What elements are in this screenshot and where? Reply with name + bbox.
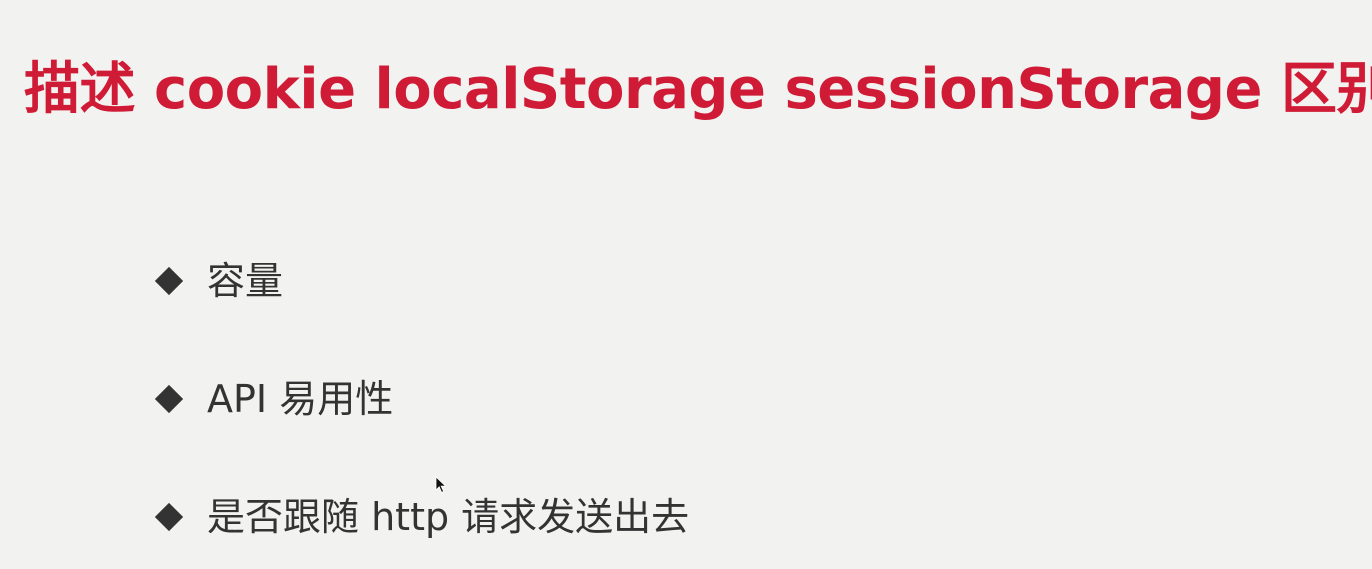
- bullet-label: 容量: [207, 259, 284, 303]
- mouse-cursor-icon: [435, 476, 447, 493]
- bullet-item-api-usability: API 易用性: [152, 377, 393, 421]
- bullet-item-http-request: 是否跟随 http 请求发送出去: [152, 495, 689, 539]
- diamond-bullet-icon: [154, 266, 184, 296]
- bullet-label: API 易用性: [207, 377, 394, 421]
- diamond-bullet-icon: [154, 384, 184, 414]
- bullet-label: 是否跟随 http 请求发送出去: [207, 495, 690, 539]
- bullet-item-capacity: 容量: [152, 259, 283, 303]
- slide-title: 描述 cookie localStorage sessionStorage 区别: [24, 57, 1372, 122]
- slide: 描述 cookie localStorage sessionStorage 区别…: [0, 0, 1372, 569]
- diamond-bullet-icon: [154, 502, 184, 532]
